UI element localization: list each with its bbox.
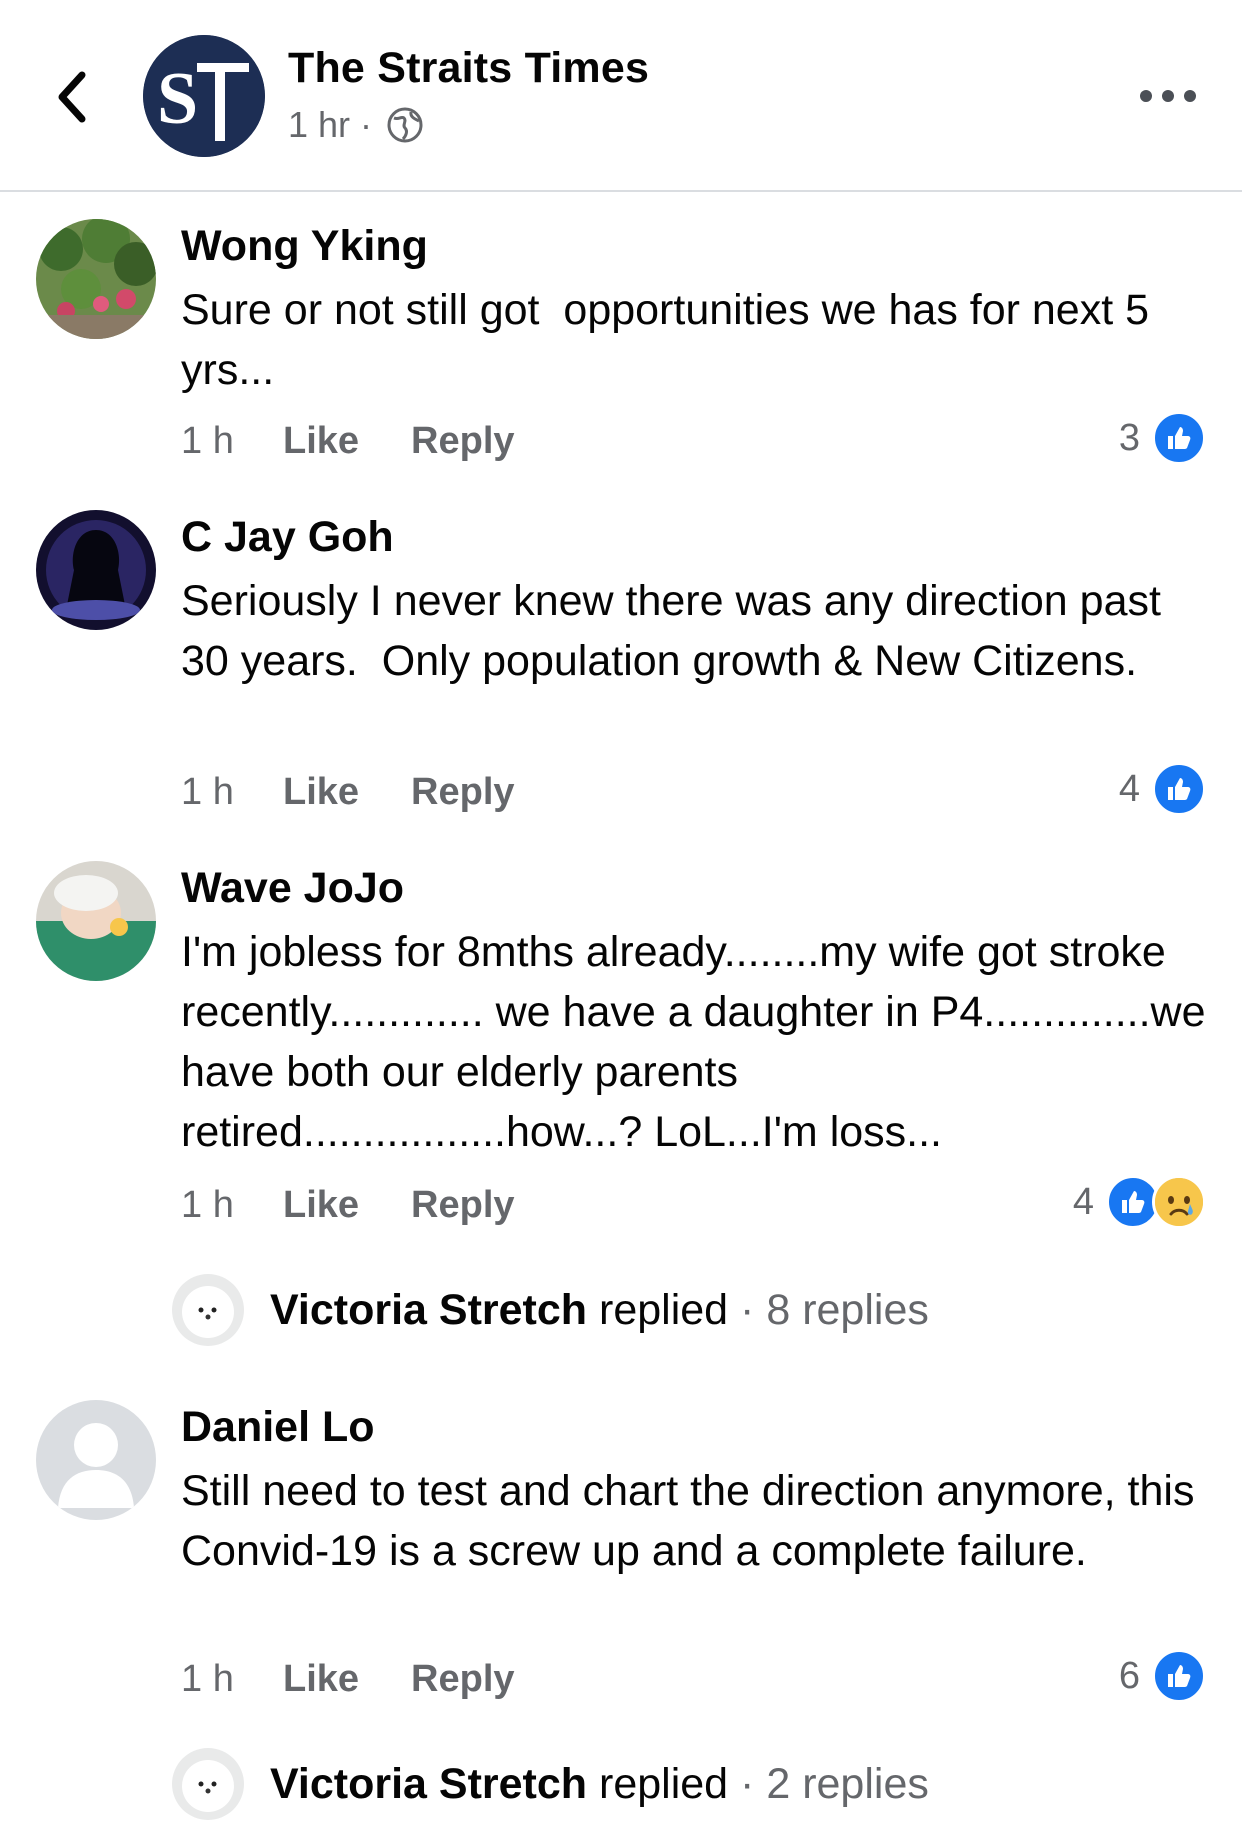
reply-verb: replied xyxy=(599,1759,729,1808)
reaction-count: 6 xyxy=(1118,1654,1140,1697)
page-avatar[interactable]: S xyxy=(143,35,265,157)
comment-time: 1 h xyxy=(181,771,234,813)
puppy-avatar-image xyxy=(172,1274,244,1346)
replier-name[interactable]: Victoria Stretch xyxy=(270,1286,587,1334)
reply-button[interactable]: Reply xyxy=(411,771,514,814)
avatar[interactable] xyxy=(36,510,156,630)
straits-times-logo: S xyxy=(143,35,265,157)
like-icon xyxy=(1152,411,1206,465)
hooded-figure-avatar-image xyxy=(36,510,156,630)
comment-time: 1 h xyxy=(181,1658,234,1700)
puppy-avatar-image xyxy=(172,1748,244,1820)
comment-text: Seriously I never knew there was any dir… xyxy=(181,577,1173,685)
chevron-left-icon xyxy=(58,71,86,123)
comment-actions: 1 h Like Reply xyxy=(181,1658,567,1701)
back-button[interactable] xyxy=(46,62,96,132)
like-icon xyxy=(1152,1649,1206,1703)
comment-text: Still need to test and chart the directi… xyxy=(181,1467,1207,1575)
reaction-count: 4 xyxy=(1118,767,1140,810)
avatar[interactable] xyxy=(36,219,156,339)
reply-verb: replied xyxy=(599,1285,729,1334)
view-replies-link[interactable]: Victoria Stretch replied · 2 replies xyxy=(172,1748,929,1820)
sad-icon xyxy=(1152,1175,1206,1229)
reaction-count: 3 xyxy=(1118,416,1140,459)
reply-count[interactable]: · 2 replies xyxy=(728,1760,929,1809)
reaction-count: 4 xyxy=(1072,1180,1094,1223)
reply-summary-text[interactable]: Victoria Stretch replied xyxy=(270,1286,728,1335)
reaction-summary[interactable]: 6 xyxy=(1119,1649,1206,1703)
more-dot xyxy=(1184,90,1196,102)
commenter-name[interactable]: Daniel Lo xyxy=(181,1403,375,1452)
replier-name[interactable]: Victoria Stretch xyxy=(270,1760,587,1808)
garden-avatar-image xyxy=(36,219,156,339)
reply-avatar xyxy=(172,1274,244,1346)
avatar[interactable] xyxy=(36,861,156,981)
reply-separator: · xyxy=(740,1285,755,1334)
view-replies-link[interactable]: Victoria Stretch replied · 8 replies xyxy=(172,1274,929,1346)
reaction-summary[interactable]: 3 xyxy=(1119,411,1206,465)
page-name[interactable]: The Straits Times xyxy=(288,44,649,93)
post-time: 1 hr xyxy=(288,104,351,145)
more-dot xyxy=(1140,90,1152,102)
comment-actions: 1 h Like Reply xyxy=(181,771,567,814)
like-button[interactable]: Like xyxy=(283,1658,359,1701)
reply-button[interactable]: Reply xyxy=(411,420,514,463)
commenter-name[interactable]: Wave JoJo xyxy=(181,864,404,913)
reply-avatar xyxy=(172,1748,244,1820)
reaction-summary[interactable]: 4 xyxy=(1073,1175,1206,1229)
commenter-name[interactable]: C Jay Goh xyxy=(181,513,394,562)
reply-separator: · xyxy=(740,1759,755,1808)
post-header: S The Straits Times 1 hr · xyxy=(0,0,1242,192)
comment-text: Sure or not still got opportunities we h… xyxy=(181,286,1161,394)
like-button[interactable]: Like xyxy=(283,771,359,814)
reaction-summary[interactable]: 4 xyxy=(1119,762,1206,816)
post-meta: 1 hr · xyxy=(288,104,424,146)
comment-actions: 1 h Like Reply xyxy=(181,420,567,463)
like-button[interactable]: Like xyxy=(283,1184,359,1227)
reply-button[interactable]: Reply xyxy=(411,1658,514,1701)
comment-text: I'm jobless for 8mths already........my … xyxy=(181,928,1218,1156)
svg-text:S: S xyxy=(157,58,198,140)
reply-count[interactable]: · 8 replies xyxy=(728,1286,929,1335)
comment-actions: 1 h Like Reply xyxy=(181,1184,567,1227)
avatar[interactable] xyxy=(36,1400,156,1520)
reply-summary-text[interactable]: Victoria Stretch replied xyxy=(270,1760,728,1809)
reply-count-text: 2 replies xyxy=(766,1759,929,1808)
reply-count-text: 8 replies xyxy=(766,1285,929,1334)
default-avatar-image xyxy=(36,1400,156,1520)
globe-icon xyxy=(387,107,423,143)
comment-time: 1 h xyxy=(181,1184,234,1226)
reply-button[interactable]: Reply xyxy=(411,1184,514,1227)
more-dot xyxy=(1162,90,1174,102)
more-options-button[interactable] xyxy=(1140,78,1196,114)
meta-separator: · xyxy=(360,104,373,145)
like-button[interactable]: Like xyxy=(283,420,359,463)
like-icon xyxy=(1152,762,1206,816)
commenter-name[interactable]: Wong Yking xyxy=(181,222,428,271)
comment-time: 1 h xyxy=(181,420,234,462)
baby-avatar-image xyxy=(36,861,156,981)
